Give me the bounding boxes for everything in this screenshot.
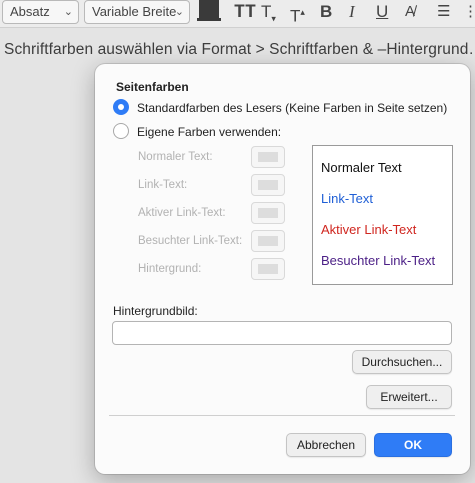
active-link-text-label: Aktiver Link-Text: <box>138 207 226 219</box>
visited-link-text-color-well[interactable] <box>251 230 285 252</box>
page-colors-dialog: Seitenfarben Standardfarben des Lesers (… <box>95 64 470 474</box>
document-text-line: Schriftfarben auswählen via Format > Sch… <box>4 41 475 58</box>
background-image-input[interactable] <box>112 321 452 345</box>
custom-colors-label[interactable]: Eigene Farben verwenden: <box>137 125 281 139</box>
preview-normal-text: Normaler Text <box>321 160 402 175</box>
cancel-button[interactable]: Abbrechen <box>286 433 366 457</box>
browse-button[interactable]: Durchsuchen... <box>352 350 452 374</box>
background-image-label: Hintergrundbild: <box>113 304 198 318</box>
advanced-button[interactable]: Erweitert... <box>366 385 452 409</box>
visited-link-text-label: Besuchter Link-Text: <box>138 235 243 247</box>
preview-active-link-text: Aktiver Link-Text <box>321 222 417 237</box>
width-mode-value: Variable Breite <box>92 4 177 19</box>
text-color-swatch <box>199 0 219 18</box>
normal-text-label: Normaler Text: <box>138 151 213 163</box>
paragraph-style-value: Absatz <box>10 4 50 19</box>
paragraph-style-select[interactable]: Absatz ⌄ <box>2 0 79 24</box>
active-link-text-color-well[interactable] <box>251 202 285 224</box>
chevron-down-icon: ⌄ <box>174 6 184 18</box>
italic-icon[interactable]: I <box>349 2 355 22</box>
normal-text-color-well[interactable] <box>251 146 285 168</box>
color-preview: Normaler Text Link-Text Aktiver Link-Tex… <box>312 145 453 285</box>
numbered-list-icon[interactable]: ⋮ <box>463 2 475 22</box>
preview-visited-link-text: Besuchter Link-Text <box>321 253 436 268</box>
ok-button[interactable]: OK <box>374 433 452 457</box>
divider <box>109 415 455 416</box>
bullet-list-icon[interactable]: ☰ <box>437 2 450 22</box>
link-text-label: Link-Text: <box>138 179 188 191</box>
default-colors-radio[interactable] <box>113 99 129 115</box>
width-mode-select[interactable]: Variable Breite ⌄ <box>84 0 190 24</box>
preview-link-text: Link-Text <box>321 191 374 206</box>
background-color-well[interactable] <box>251 258 285 280</box>
underline-icon[interactable]: U <box>376 2 388 22</box>
background-label: Hintergrund: <box>138 263 202 275</box>
chevron-down-icon: ⌄ <box>63 6 73 18</box>
section-title: Seitenfarben <box>116 80 189 94</box>
default-colors-label[interactable]: Standardfarben des Lesers (Keine Farben … <box>137 101 447 115</box>
font-size-icon[interactable]: 𝐓𝐓 <box>234 2 256 22</box>
clear-formatting-icon[interactable]: A̸ <box>405 2 415 22</box>
text-color-bar <box>197 18 221 21</box>
increase-font-size-icon[interactable]: T▴ <box>290 2 305 27</box>
bold-icon[interactable]: B <box>320 2 332 22</box>
editor-toolbar: Absatz ⌄ Variable Breite ⌄ 𝐓𝐓 T▾ T▴ B I … <box>0 0 475 28</box>
link-text-color-well[interactable] <box>251 174 285 196</box>
decrease-font-size-icon[interactable]: T▾ <box>261 2 276 28</box>
custom-colors-radio[interactable] <box>113 123 129 139</box>
